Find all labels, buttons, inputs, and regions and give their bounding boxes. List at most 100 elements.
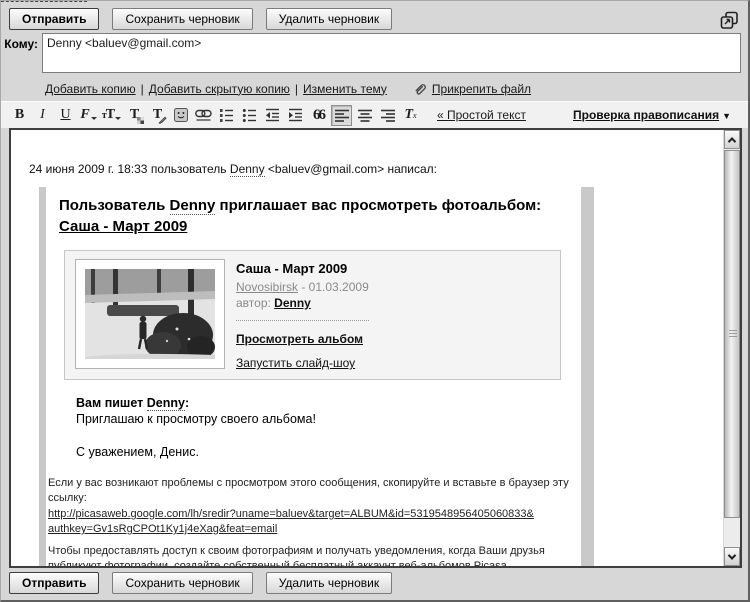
send-button-bottom[interactable]: Отправить — [9, 572, 99, 594]
bottom-button-bar: Отправить Сохранить черновик Удалить чер… — [9, 572, 392, 594]
focus-dash — [1, 1, 87, 2]
discard-draft-button[interactable]: Удалить черновик — [266, 8, 392, 30]
picasa-url-link[interactable]: http://picasaweb.google.com/lh/sredir?un… — [48, 508, 534, 535]
compose-options-row: Добавить копию | Добавить скрытую копию … — [45, 81, 531, 96]
fallback-url: http://picasaweb.google.com/lh/sredir?un… — [48, 507, 582, 537]
size-big-glyph: T — [106, 107, 114, 122]
numbered-list-icon[interactable] — [216, 105, 237, 126]
add-cc-link[interactable]: Добавить копию — [45, 82, 136, 96]
chevron-up-icon — [728, 137, 736, 145]
attribution-name: Denny — [230, 162, 265, 177]
save-draft-button[interactable]: Сохранить черновик — [112, 8, 252, 30]
attach-file-button[interactable]: Прикрепить файл — [413, 81, 531, 96]
outdent-icon[interactable] — [262, 105, 283, 126]
save-draft-button-bottom[interactable]: Сохранить черновик — [112, 572, 252, 594]
emoticon-icon[interactable] — [170, 105, 191, 126]
from-colon: : — [185, 396, 189, 410]
start-slideshow-link[interactable]: Запустить слайд-шоу — [236, 355, 355, 371]
invite-heading: Пользователь Denny приглашает вас просмо… — [59, 195, 581, 237]
personal-message: Вам пишет Denny: Приглашаю к просмотру с… — [76, 395, 581, 460]
spell-check-label: Проверка правописания — [573, 108, 719, 122]
heading-pre: Пользователь — [59, 197, 170, 214]
quote-glyph: 66 — [313, 107, 324, 124]
font-glyph: F — [80, 107, 89, 123]
bullet-list-icon[interactable] — [239, 105, 260, 126]
align-left-icon[interactable] — [331, 105, 352, 126]
album-info: Саша - Март 2009 Novosibirsk - 01.03.200… — [236, 259, 369, 371]
scrollbar-thumb[interactable] — [724, 150, 740, 518]
underline-glyph: U — [60, 107, 70, 123]
account-text: Чтобы предоставлять доступ к своим фотог… — [48, 544, 582, 566]
formatting-toolbar: B I U F тT T T — [1, 101, 750, 128]
plain-text-link[interactable]: « Простой текст — [437, 108, 526, 122]
text-color-icon[interactable]: T — [124, 105, 145, 126]
view-album-link[interactable]: Просмотреть альбом — [236, 331, 363, 347]
dropdown-caret — [91, 117, 97, 120]
scroll-up-button[interactable] — [724, 130, 740, 149]
dotted-separator — [236, 320, 369, 321]
album-title-link[interactable]: Саша - Март 2009 — [59, 218, 187, 235]
to-input[interactable]: Denny <baluev@gmail.com> — [42, 33, 741, 73]
font-family-icon[interactable]: F — [78, 105, 99, 126]
edit-subject-link[interactable]: Изменить тему — [303, 82, 387, 96]
chevron-down-icon — [728, 551, 736, 559]
thumb-grip — [729, 330, 737, 338]
create-account-link[interactable]: создайте собственный бесплатный аккаунт … — [174, 560, 507, 566]
bold-icon[interactable]: B — [9, 105, 30, 126]
italic-icon[interactable]: I — [32, 105, 53, 126]
remove-formatting-icon[interactable]: Tx — [400, 105, 421, 126]
editor-content[interactable]: 24 июня 2009 г. 18:33 пользователь Denny… — [11, 130, 723, 566]
album-location-date: Novosibirsk - 01.03.2009 — [236, 279, 369, 295]
photo-winter-scene — [85, 269, 215, 359]
remove-format-x-glyph: x — [413, 111, 417, 120]
album-title: Саша - Март 2009 — [236, 261, 369, 277]
align-center-icon[interactable] — [354, 105, 375, 126]
scroll-down-button[interactable] — [724, 547, 740, 566]
send-button[interactable]: Отправить — [9, 8, 99, 30]
gmail-compose-window: Отправить Сохранить черновик Удалить чер… — [0, 0, 750, 602]
attribution-pre: 24 июня 2009 г. 18:33 пользователь — [29, 162, 230, 176]
to-label: Кому: — [1, 33, 42, 73]
album-author: автор: Denny — [236, 295, 369, 311]
blockquote-icon[interactable]: 66 — [308, 105, 329, 126]
heading-post: приглашает вас просмотреть фотоальбом: — [215, 197, 541, 214]
italic-glyph: I — [40, 107, 45, 123]
album-card: Саша - Март 2009 Novosibirsk - 01.03.200… — [64, 250, 561, 380]
attach-file-label: Прикрепить файл — [432, 82, 531, 96]
author-link[interactable]: Denny — [274, 296, 311, 310]
bold-glyph: B — [15, 107, 24, 123]
separator: | — [295, 82, 298, 96]
message-body-text: Приглашаю к просмотру своего альбома! — [76, 411, 581, 427]
font-size-icon[interactable]: тT — [101, 105, 122, 126]
album-thumbnail[interactable] — [75, 259, 225, 369]
quoted-email: Пользователь Denny приглашает вас просмо… — [39, 187, 594, 566]
problem-text: Если у вас возникают проблемы с просмотр… — [48, 476, 582, 506]
highlight-color-icon[interactable]: T — [147, 105, 168, 126]
indent-icon[interactable] — [285, 105, 306, 126]
from-pre: Вам пишет — [76, 396, 147, 410]
underline-icon[interactable]: U — [55, 105, 76, 126]
account-post: . — [507, 560, 510, 566]
location-link[interactable]: Novosibirsk — [236, 280, 298, 294]
message-from-line: Вам пишет Denny: — [76, 395, 581, 411]
message-signature: С уважением, Денис. — [76, 444, 581, 460]
color-grid — [137, 117, 144, 124]
discard-draft-button-bottom[interactable]: Удалить черновик — [266, 572, 392, 594]
editor-scrollbar[interactable] — [723, 130, 740, 566]
message-body-editor[interactable]: 24 июня 2009 г. 18:33 пользователь Denny… — [9, 128, 742, 568]
spell-check-caret-icon: ▼ — [722, 111, 731, 121]
spell-check-menu[interactable]: Проверка правописания▼ — [573, 108, 731, 122]
dropdown-caret — [115, 117, 121, 120]
insert-link-icon[interactable] — [193, 105, 214, 126]
attribution-post: <baluev@gmail.com> написал: — [265, 162, 437, 176]
heading-username: Denny — [170, 197, 216, 215]
paperclip-icon — [413, 81, 428, 96]
author-label: автор: — [236, 296, 274, 310]
add-bcc-link[interactable]: Добавить скрытую копию — [149, 82, 290, 96]
open-in-new-window-icon[interactable] — [720, 11, 739, 30]
top-button-bar: Отправить Сохранить черновик Удалить чер… — [9, 8, 392, 30]
album-date: - 01.03.2009 — [298, 280, 369, 294]
to-row: Кому: Denny <baluev@gmail.com> — [1, 33, 741, 73]
highlighter-pen — [158, 115, 167, 124]
align-right-icon[interactable] — [377, 105, 398, 126]
